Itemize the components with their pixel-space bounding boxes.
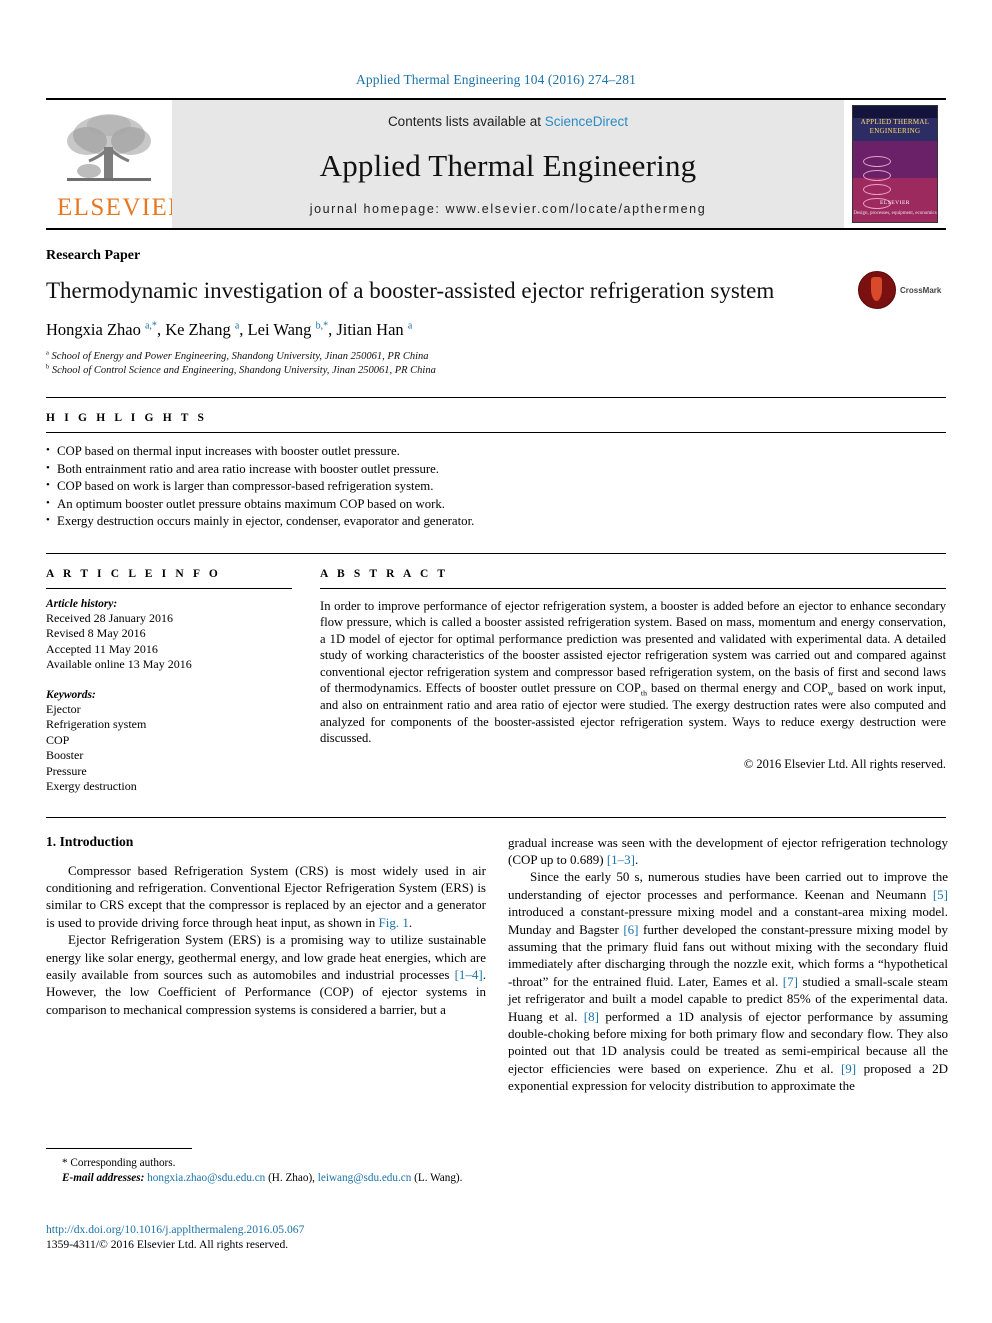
- journal-cover-thumbnail: APPLIED THERMAL ENGINEERING Design, proc…: [844, 100, 946, 228]
- paragraph: Ejector Refrigeration System (ERS) is a …: [46, 932, 486, 1017]
- journal-masthead: ELSEVIER Contents lists available at Sci…: [46, 98, 946, 230]
- highlights-divider: [46, 432, 946, 433]
- author-list: Hongxia Zhao a,*, Ke Zhang a, Lei Wang b…: [46, 320, 413, 339]
- contents-prefix: Contents lists available at: [387, 114, 545, 129]
- paragraph: gradual increase was seen with the devel…: [508, 834, 948, 867]
- journal-homepage[interactable]: journal homepage: www.elsevier.com/locat…: [310, 202, 707, 216]
- crossmark-icon: [858, 271, 896, 309]
- affiliation-mark-a: a: [46, 349, 49, 357]
- cover-image: APPLIED THERMAL ENGINEERING Design, proc…: [852, 105, 938, 223]
- info-abstract-section: A R T I C L E I N F O Article history: R…: [46, 552, 946, 795]
- publisher-logo: ELSEVIER: [46, 100, 187, 228]
- doi-block: http://dx.doi.org/10.1016/j.applthermale…: [46, 1222, 546, 1252]
- abstract-text: In order to improve performance of eject…: [320, 598, 947, 746]
- list-item: Both entrainment ratio and area ratio in…: [46, 460, 946, 479]
- contents-available-line: Contents lists available at ScienceDirec…: [388, 114, 628, 129]
- keyword-item: COP: [46, 732, 70, 747]
- paragraph: Compressor based Refrigeration System (C…: [46, 862, 486, 930]
- affiliation-1-text: School of Energy and Power Engineering, …: [51, 351, 429, 362]
- keyword-item: Exergy destruction: [46, 779, 137, 793]
- cover-top-band: [853, 106, 937, 118]
- masthead-center: Contents lists available at ScienceDirec…: [172, 100, 844, 228]
- list-item: An optimum booster outlet pressure obtai…: [46, 495, 946, 514]
- footnote-divider: [46, 1148, 192, 1149]
- elsevier-tree-icon: ELSEVIER: [57, 109, 187, 221]
- affiliation-2-text: School of Control Science and Engineerin…: [51, 364, 436, 376]
- article-type: Research Paper: [46, 248, 141, 263]
- cover-title: APPLIED THERMAL ENGINEERING: [860, 118, 930, 135]
- running-head: Applied Thermal Engineering 104 (2016) 2…: [356, 72, 636, 87]
- body-columns: 1. Introduction Compressor based Refrige…: [46, 834, 948, 1095]
- list-item: COP based on thermal input increases wit…: [46, 442, 946, 461]
- keyword-item: Ejector: [46, 701, 81, 716]
- article-info-divider: [46, 587, 292, 589]
- crossmark-badge[interactable]: CrossMark: [858, 270, 946, 310]
- email-addresses-note[interactable]: E-mail addresses: hongxia.zhao@sdu.edu.c…: [46, 1171, 486, 1186]
- article-history-item: Accepted 11 May 2016: [46, 641, 158, 656]
- article-history-item: Available online 13 May 2016: [46, 657, 192, 671]
- body-column-left: 1. Introduction Compressor based Refrige…: [46, 834, 486, 1095]
- section-heading-introduction: 1. Introduction: [46, 833, 134, 849]
- doi-link[interactable]: http://dx.doi.org/10.1016/j.applthermale…: [46, 1222, 546, 1237]
- crossmark-label: CrossMark: [900, 285, 942, 295]
- paragraph: Since the early 50 s, numerous studies h…: [508, 869, 948, 1094]
- affiliation-1: a School of Energy and Power Engineering…: [46, 350, 946, 364]
- body-column-right: gradual increase was seen with the devel…: [508, 834, 948, 1095]
- abstract-label: A B S T R A C T: [320, 567, 449, 580]
- abstract-copyright: © 2016 Elsevier Ltd. All rights reserved…: [743, 756, 946, 771]
- footnote-block: * Corresponding authors. E-mail addresse…: [46, 1148, 486, 1185]
- article-history-item: Received 28 January 2016: [46, 610, 173, 625]
- abstract-divider: [320, 587, 946, 589]
- page-title: Thermodynamic investigation of a booster…: [46, 278, 775, 303]
- affiliation-mark-b: b: [46, 363, 50, 370]
- article-history-heading: Article history:: [46, 597, 118, 610]
- corresponding-author-note: * Corresponding authors.: [62, 1157, 176, 1169]
- affiliation-2: b School of Control Science and Engineer…: [46, 363, 946, 378]
- highlights-label: H I G H L I G H T S: [46, 412, 208, 424]
- body-divider: [46, 816, 946, 818]
- article-info-label: A R T I C L E I N F O: [46, 567, 221, 580]
- cover-publisher: ELSEVIER: [880, 200, 910, 206]
- article-page: Applied Thermal Engineering 104 (2016) 2…: [0, 0, 992, 1323]
- list-item: Exergy destruction occurs mainly in ejec…: [46, 512, 946, 531]
- keywords-heading: Keywords:: [46, 688, 96, 701]
- keyword-item: Booster: [46, 748, 84, 762]
- title-block: Research Paper Thermodynamic investigati…: [46, 248, 946, 377]
- highlights-list: COP based on thermal input increases wit…: [46, 442, 946, 531]
- elsevier-wordmark: ELSEVIER: [57, 193, 187, 221]
- cover-footer-text: Design, processes, equipment, economics: [853, 211, 937, 216]
- highlights-section: H I G H L I G H T S COP based on thermal…: [46, 397, 946, 531]
- keyword-item: Refrigeration system: [46, 717, 147, 731]
- article-info-column: A R T I C L E I N F O Article history: R…: [46, 568, 292, 795]
- issn-copyright: 1359-4311/© 2016 Elsevier Ltd. All right…: [46, 1238, 289, 1251]
- article-history-item: Revised 8 May 2016: [46, 626, 146, 640]
- abstract-column: A B S T R A C T In order to improve perf…: [320, 568, 946, 795]
- sciencedirect-link[interactable]: ScienceDirect: [545, 114, 628, 129]
- keyword-item: Pressure: [46, 763, 87, 778]
- keywords-block: Keywords: Ejector Refrigeration system C…: [46, 689, 292, 795]
- journal-title: Applied Thermal Engineering: [319, 147, 697, 183]
- list-item: COP based on work is larger than compres…: [46, 477, 946, 496]
